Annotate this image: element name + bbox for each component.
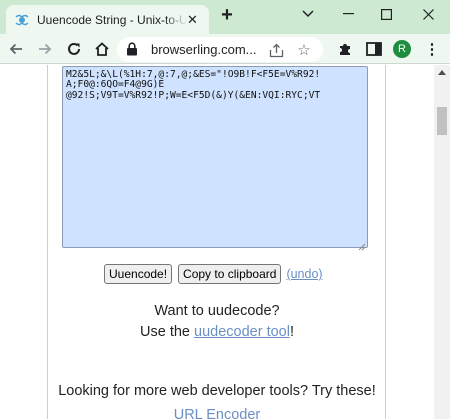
address-bar[interactable]: browserling.com... ☆ xyxy=(117,37,323,62)
page-scrollbar[interactable] xyxy=(434,65,450,419)
active-tab[interactable]: Uuencode String - Unix-to-Unix Encoder ✕ xyxy=(6,5,209,34)
new-tab-icon[interactable]: + xyxy=(216,4,238,26)
forward-arrow-icon[interactable] xyxy=(33,37,57,61)
uudecoder-tool-link[interactable]: uudecoder tool xyxy=(194,324,290,340)
extensions-puzzle-icon[interactable] xyxy=(334,38,356,60)
home-icon[interactable] xyxy=(90,37,114,61)
lock-icon[interactable] xyxy=(126,42,138,61)
scrollbar-thumb[interactable] xyxy=(437,107,447,135)
browserling-favicon-icon xyxy=(14,12,30,28)
tab-close-icon[interactable]: ✕ xyxy=(184,11,201,28)
scroll-up-arrow-icon[interactable] xyxy=(434,65,450,79)
browser-toolbar: browserling.com... ☆ R ⋮ xyxy=(0,34,450,64)
reload-icon[interactable] xyxy=(62,37,86,61)
undo-link[interactable]: (undo) xyxy=(286,267,322,281)
action-buttons: Uuencode! Copy to clipboard (undo) xyxy=(104,264,323,284)
bookmark-star-icon[interactable]: ☆ xyxy=(294,40,314,60)
url-text: browserling.com... xyxy=(151,42,257,57)
page-content: M2&5L;&\L(%1H:7,@:7,@;&ES="!O9B!F<F5E=V%… xyxy=(0,65,434,419)
uuencode-button[interactable]: Uuencode! xyxy=(104,264,173,284)
tab-title: Uuencode String - Unix-to-Unix Encoder xyxy=(37,12,187,27)
more-tools-heading: Looking for more web developer tools? Tr… xyxy=(58,383,376,399)
window-close-icon[interactable] xyxy=(406,0,450,28)
uudecode-prefix: Use the xyxy=(140,324,195,340)
share-icon[interactable] xyxy=(266,40,286,60)
back-arrow-icon[interactable] xyxy=(4,37,28,61)
output-textarea[interactable]: M2&5L;&\L(%1H:7,@:7,@;&ES="!O9B!F<F5E=V%… xyxy=(62,66,368,248)
uudecode-heading: Want to uudecode? xyxy=(154,303,280,319)
uudecode-line: Use the uudecoder tool! xyxy=(48,324,386,340)
copy-to-clipboard-button[interactable]: Copy to clipboard xyxy=(178,264,282,284)
tab-strip: Uuencode String - Unix-to-Unix Encoder ✕… xyxy=(0,0,450,34)
profile-avatar[interactable]: R xyxy=(393,40,411,58)
chevron-down-icon[interactable] xyxy=(286,0,330,28)
side-panel-icon[interactable] xyxy=(363,38,385,60)
kebab-menu-icon[interactable]: ⋮ xyxy=(421,38,443,60)
maximize-icon[interactable] xyxy=(364,0,408,28)
url-encoder-link[interactable]: URL Encoder xyxy=(48,407,386,419)
resize-grip-icon[interactable] xyxy=(356,238,366,251)
uudecode-suffix: ! xyxy=(289,324,294,340)
